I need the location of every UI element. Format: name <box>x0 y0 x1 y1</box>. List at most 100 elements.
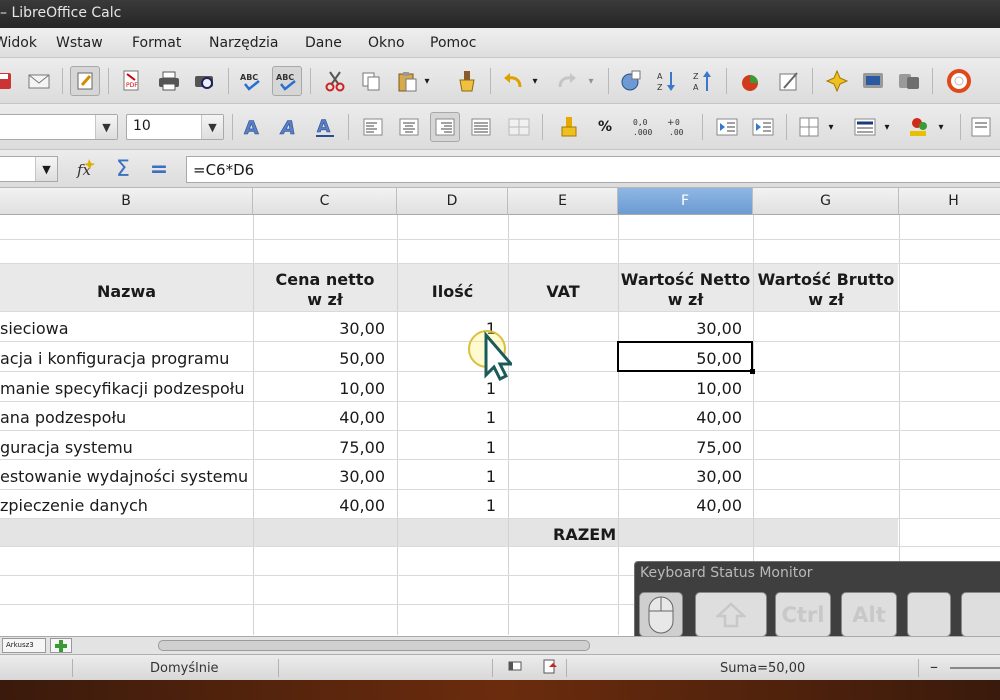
chevron-down-icon[interactable]: ▼ <box>201 115 223 139</box>
paste-dropdown-chevron-icon[interactable]: ▾ <box>420 66 434 96</box>
insert-chart-icon[interactable] <box>736 66 766 96</box>
background-color-icon[interactable] <box>904 112 934 142</box>
cell-cena[interactable]: 40,00 <box>253 408 385 427</box>
function-equals-icon[interactable]: = <box>144 154 174 184</box>
sum-icon[interactable]: Σ <box>108 154 138 184</box>
clone-formatting-icon[interactable] <box>452 66 482 96</box>
align-left-icon[interactable] <box>358 112 388 142</box>
cell-ilosc[interactable]: 1 <box>397 438 496 457</box>
column-header-c[interactable]: C <box>253 188 397 215</box>
cell-ilosc[interactable]: 1 <box>397 467 496 486</box>
zoom-out-icon[interactable]: – <box>930 657 938 676</box>
cell-cena[interactable]: 50,00 <box>253 349 385 368</box>
name-box[interactable]: ▼ <box>0 156 58 182</box>
gallery-icon[interactable] <box>858 66 888 96</box>
menu-wstaw[interactable]: Wstaw <box>56 35 103 51</box>
add-sheet-icon[interactable] <box>50 638 72 653</box>
cell-netto[interactable]: 40,00 <box>618 496 742 515</box>
cell-cena[interactable]: 10,00 <box>253 379 385 398</box>
column-header-e[interactable]: E <box>508 188 618 215</box>
sort-ascending-icon[interactable]: AZ <box>652 66 682 96</box>
cell-netto[interactable]: 30,00 <box>618 319 742 338</box>
cell-nazwa[interactable]: estowanie wydajności systemu <box>0 467 248 486</box>
save-icon[interactable] <box>0 66 18 96</box>
cell-nazwa[interactable]: ana podzespołu <box>0 408 126 427</box>
add-decimal-place-icon[interactable]: 0.00 + <box>664 112 694 142</box>
formula-input[interactable]: =C6*D6 <box>186 156 1000 183</box>
chevron-down-icon[interactable]: ▼ <box>35 157 57 181</box>
cell-netto[interactable]: 30,00 <box>618 467 742 486</box>
line-style-icon[interactable] <box>850 112 880 142</box>
insert-mode-icon[interactable] <box>508 659 522 677</box>
cell-netto[interactable]: 40,00 <box>618 408 742 427</box>
font-size-select[interactable]: 10 ▼ <box>126 114 224 140</box>
paste-icon[interactable] <box>392 66 422 96</box>
increase-indent-icon[interactable] <box>748 112 778 142</box>
borders-dropdown-chevron-icon[interactable]: ▾ <box>824 112 838 142</box>
autospellcheck-icon[interactable]: ABC <box>272 66 302 96</box>
cell-nazwa[interactable]: acja i konfiguracja programu <box>0 349 229 368</box>
line-style-dropdown-chevron-icon[interactable]: ▾ <box>880 112 894 142</box>
cell-cena[interactable]: 30,00 <box>253 319 385 338</box>
align-right-icon[interactable] <box>430 112 460 142</box>
chevron-down-icon[interactable]: ▼ <box>95 115 117 139</box>
align-center-icon[interactable] <box>394 112 424 142</box>
column-header-d[interactable]: D <box>397 188 508 215</box>
cell-nazwa[interactable]: zpieczenie danych <box>0 496 148 515</box>
hyperlink-icon[interactable] <box>616 66 646 96</box>
sheet-tab[interactable]: Arkusz3 <box>2 638 46 653</box>
undo-icon[interactable] <box>498 66 528 96</box>
cell-netto[interactable]: 10,00 <box>618 379 742 398</box>
email-icon[interactable] <box>24 66 54 96</box>
column-header-b[interactable]: B <box>0 188 253 215</box>
column-header-h[interactable]: H <box>899 188 1000 215</box>
edit-mode-icon[interactable] <box>70 66 100 96</box>
cell-ilosc[interactable]: 1 <box>397 496 496 515</box>
cell-cena[interactable]: 30,00 <box>253 467 385 486</box>
cell-ilosc[interactable]: 1 <box>397 408 496 427</box>
decrease-indent-icon[interactable] <box>712 112 742 142</box>
font-color-icon[interactable] <box>966 112 996 142</box>
column-header-f[interactable]: F <box>618 188 753 215</box>
export-pdf-icon[interactable]: PDF <box>116 66 146 96</box>
menu-format[interactable]: Format <box>132 35 181 51</box>
cell-nazwa[interactable]: manie specyfikacji podzespołu <box>0 379 244 398</box>
cut-icon[interactable] <box>320 66 350 96</box>
page-style[interactable]: Domyślnie <box>150 661 219 676</box>
justify-icon[interactable] <box>466 112 496 142</box>
borders-icon[interactable] <box>794 112 824 142</box>
fill-handle[interactable] <box>750 369 755 374</box>
spellcheck-icon[interactable]: ABC <box>236 66 266 96</box>
cell-nazwa[interactable]: sieciowa <box>0 319 69 338</box>
bold-icon[interactable]: A <box>238 112 268 142</box>
cell-cena[interactable]: 75,00 <box>253 438 385 457</box>
undo-dropdown-chevron-icon[interactable]: ▾ <box>528 66 542 96</box>
cell-ilosc[interactable]: 1 <box>397 379 496 398</box>
font-name-select[interactable]: ▼ <box>0 114 118 140</box>
zoom-slider[interactable] <box>950 667 1000 669</box>
print-icon[interactable] <box>154 66 184 96</box>
cell-cena[interactable]: 40,00 <box>253 496 385 515</box>
menu-okno[interactable]: Okno <box>368 35 405 51</box>
menu-pomoc[interactable]: Pomoc <box>430 35 476 51</box>
underline-icon[interactable]: A <box>310 112 340 142</box>
menu-dane[interactable]: Dane <box>305 35 342 51</box>
function-wizard-icon[interactable]: fx <box>72 154 102 184</box>
italic-icon[interactable]: A <box>274 112 304 142</box>
column-header-g[interactable]: G <box>753 188 899 215</box>
cell-nazwa[interactable]: guracja systemu <box>0 438 133 457</box>
data-sources-icon[interactable] <box>894 66 924 96</box>
menu-narzedzia[interactable]: Narzędzia <box>209 35 278 51</box>
print-preview-icon[interactable] <box>190 66 220 96</box>
help-icon[interactable] <box>944 66 974 96</box>
cell-netto[interactable]: 75,00 <box>618 438 742 457</box>
background-color-dropdown-chevron-icon[interactable]: ▾ <box>934 112 948 142</box>
horizontal-scrollbar[interactable] <box>158 640 590 651</box>
standard-number-format-icon[interactable]: 0,0.000 <box>628 112 658 142</box>
sort-descending-icon[interactable]: ZA <box>688 66 718 96</box>
currency-format-icon[interactable] <box>554 112 584 142</box>
pivot-table-icon[interactable] <box>774 66 804 96</box>
copy-icon[interactable] <box>356 66 386 96</box>
document-modified-icon[interactable] <box>542 659 558 679</box>
menu-widok[interactable]: Widok <box>0 35 37 51</box>
